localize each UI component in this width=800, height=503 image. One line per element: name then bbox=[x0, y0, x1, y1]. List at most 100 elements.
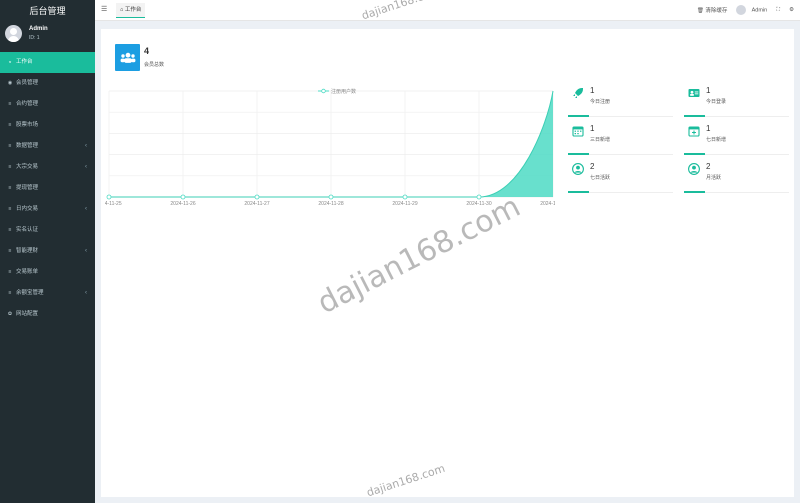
sidebar-item[interactable]: ≡ 智能理财 ‹ bbox=[0, 241, 95, 262]
chevron-left-icon: ‹ bbox=[85, 290, 87, 296]
member-total-box: 4 会员总数 bbox=[115, 44, 245, 74]
x-tick-label: 2024-11-26 bbox=[170, 201, 195, 207]
user-menu[interactable]: Admin bbox=[736, 5, 767, 15]
top-header: ☰ ⌂ 工作台 🗑 清除缓存 Admin ⛶ ⚙ bbox=[95, 0, 800, 21]
sidebar-item-label: 会员管理 bbox=[16, 80, 39, 86]
header-actions: 🗑 清除缓存 Admin ⛶ ⚙ bbox=[697, 0, 794, 20]
calendar-icon bbox=[572, 126, 584, 137]
sidebar-item-label: 数据管理 bbox=[16, 143, 39, 149]
sidebar-item[interactable]: ≡ 日内交易 ‹ bbox=[0, 199, 95, 220]
brand-title[interactable]: 后台管理 bbox=[0, 0, 95, 22]
clear-cache-label: 清除缓存 bbox=[705, 8, 728, 14]
sidebar-item-label: 合约管理 bbox=[16, 101, 39, 107]
home-icon: ⌂ bbox=[120, 7, 124, 13]
list-icon: ≡ bbox=[8, 269, 12, 275]
sidebar-item-label: 工作台 bbox=[16, 59, 33, 65]
sidebar-item[interactable]: ≡ 余额宝管理 ‹ bbox=[0, 283, 95, 304]
stat-label: 三日新增 bbox=[590, 137, 611, 143]
users-icon bbox=[115, 44, 140, 71]
stat-value: 1 bbox=[706, 86, 711, 95]
sidebar-item[interactable]: ≡ 交易账单 bbox=[0, 262, 95, 283]
main-content: 4 会员总数 注册用户数 2024-11-25 2024-11-26 2024-11-… bbox=[101, 29, 794, 497]
stat-card: 1 三日新增 bbox=[568, 120, 673, 155]
avatar bbox=[736, 5, 747, 15]
settings-gear-icon[interactable]: ⚙ bbox=[789, 7, 794, 13]
list-icon: ≡ bbox=[8, 206, 12, 212]
stat-underline bbox=[568, 191, 589, 193]
x-tick-label: 2024-12-01 bbox=[540, 201, 555, 207]
sidebar-item[interactable]: ≡ 实名认证 bbox=[0, 220, 95, 241]
sidebar-item-label: 交易账单 bbox=[16, 269, 39, 275]
list-icon: ≡ bbox=[8, 122, 12, 128]
sidebar-item-label: 余额宝管理 bbox=[16, 290, 44, 296]
stat-value: 1 bbox=[706, 124, 711, 133]
chevron-left-icon: ‹ bbox=[85, 206, 87, 212]
list-icon: ≡ bbox=[8, 101, 12, 107]
sidebar-item[interactable]: ≡ 合约管理 bbox=[0, 94, 95, 115]
sidebar-item[interactable]: ≡ 提现管理 bbox=[0, 178, 95, 199]
calendar-plus-icon bbox=[688, 126, 700, 137]
sidebar-item[interactable]: ◉ 会员管理 bbox=[0, 73, 95, 94]
stat-value: 2 bbox=[706, 162, 711, 171]
sidebar-item-label: 日内交易 bbox=[16, 206, 39, 212]
data-point bbox=[476, 194, 482, 200]
trash-icon: 🗑 bbox=[696, 8, 704, 14]
x-tick-label: 2024-11-27 bbox=[244, 201, 269, 207]
list-icon: ≡ bbox=[8, 248, 12, 254]
sidebar-item[interactable]: ≡ 数据管理 ‹ bbox=[0, 136, 95, 157]
tab-label: 工作台 bbox=[124, 7, 142, 13]
user-circle-icon bbox=[572, 163, 584, 175]
legend-label: 注册用户数 bbox=[331, 88, 356, 95]
registration-chart: 注册用户数 2024-11-25 2024-11-26 2024-11-27 2024-… bbox=[105, 88, 555, 207]
stat-card: 2 月活跃 bbox=[684, 158, 789, 193]
rocket-icon bbox=[573, 88, 583, 98]
x-tick-label: 2024-11-25 bbox=[105, 201, 122, 207]
id-card-icon bbox=[688, 89, 700, 97]
sidebar-item-label: 网站配置 bbox=[16, 311, 39, 317]
sidebar-item-label: 股票市场 bbox=[16, 122, 39, 128]
legend-marker bbox=[321, 88, 326, 94]
stat-label: 月活跃 bbox=[706, 175, 722, 181]
chevron-left-icon: ‹ bbox=[85, 143, 87, 149]
clear-cache-button[interactable]: 🗑 清除缓存 bbox=[697, 6, 728, 14]
stat-value: 1 bbox=[590, 124, 595, 133]
stat-underline bbox=[684, 153, 705, 155]
user-panel: Admin ID: 1 bbox=[0, 24, 95, 50]
stat-label: 七日新增 bbox=[706, 137, 727, 143]
sidebar-item[interactable]: ◒ 工作台 bbox=[0, 52, 95, 73]
stat-card: 2 七日活跃 bbox=[568, 158, 673, 193]
list-icon: ≡ bbox=[8, 143, 12, 149]
gear-icon: ✿ bbox=[7, 311, 13, 317]
sidebar-item[interactable]: ≡ 股票市场 bbox=[0, 115, 95, 136]
stat-value: 1 bbox=[590, 86, 595, 95]
user-id: ID: 1 bbox=[29, 35, 40, 41]
sidebar-item-label: 智能理财 bbox=[16, 248, 39, 254]
user-circle-icon bbox=[688, 163, 700, 175]
sidebar-item[interactable]: ≡ 大宗交易 ‹ bbox=[0, 157, 95, 178]
member-total-value: 4 bbox=[144, 46, 150, 56]
data-point bbox=[328, 194, 334, 200]
stat-underline bbox=[568, 153, 589, 155]
x-tick-label: 2024-11-30 bbox=[466, 201, 491, 207]
avatar bbox=[5, 25, 22, 42]
member-total-label: 会员总数 bbox=[144, 62, 165, 68]
stat-card: 1 七日新增 bbox=[684, 120, 789, 155]
stat-underline bbox=[568, 115, 589, 117]
sidebar-item[interactable]: ✿ 网站配置 bbox=[0, 304, 95, 325]
stat-card: 1 今日登录 bbox=[684, 82, 789, 117]
x-tick-label: 2024-11-28 bbox=[318, 201, 343, 207]
data-point bbox=[106, 194, 112, 200]
list-icon: ≡ bbox=[8, 185, 12, 191]
list-icon: ≡ bbox=[8, 290, 12, 296]
stat-label: 今日注册 bbox=[590, 99, 611, 105]
data-point bbox=[254, 194, 260, 200]
list-icon: ≡ bbox=[8, 164, 12, 170]
chevron-left-icon: ‹ bbox=[85, 248, 87, 254]
fullscreen-icon[interactable]: ⛶ bbox=[776, 7, 780, 14]
stat-label: 今日登录 bbox=[706, 99, 727, 105]
tab-dashboard[interactable]: ⌂ 工作台 bbox=[116, 3, 146, 18]
chevron-left-icon: ‹ bbox=[85, 164, 87, 170]
stat-underline bbox=[684, 115, 705, 117]
menu-toggle-icon[interactable]: ☰ bbox=[101, 0, 107, 20]
sidebar-item-label: 提现管理 bbox=[16, 185, 39, 191]
